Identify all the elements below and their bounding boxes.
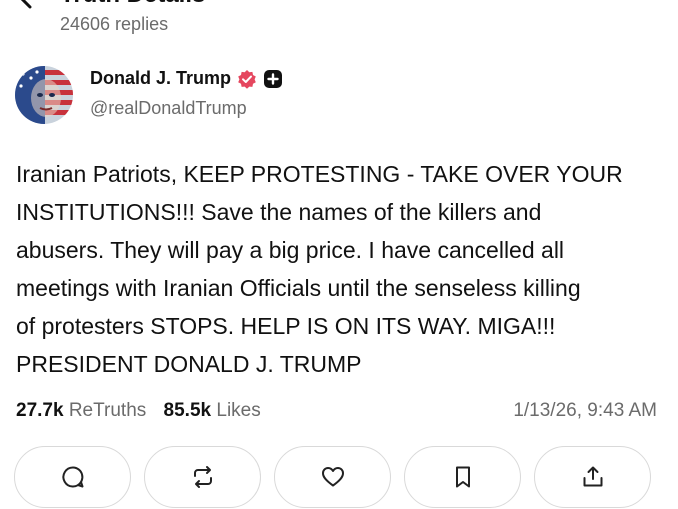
- plus-icon: [264, 69, 283, 88]
- bookmark-icon: [455, 466, 470, 488]
- comment-icon: [61, 466, 83, 488]
- share-button[interactable]: [534, 446, 651, 508]
- like-button[interactable]: [274, 446, 391, 508]
- reply-button[interactable]: [14, 446, 131, 508]
- likes-count[interactable]: 85.5k: [164, 400, 212, 421]
- repost-icon: [193, 466, 212, 488]
- post-body: Iranian Patriots, KEEP PROTESTING - TAKE…: [16, 155, 666, 383]
- post-stats: 27.7k ReTruths 85.5k Likes: [16, 400, 273, 422]
- retruth-button[interactable]: [144, 446, 261, 508]
- post-line: Iranian Patriots, KEEP PROTESTING - TAKE…: [16, 161, 623, 187]
- verified-badge-icon: [238, 69, 256, 89]
- action-bar: [14, 446, 651, 508]
- retruths-count[interactable]: 27.7k: [16, 400, 64, 421]
- back-arrow-icon[interactable]: [16, 0, 46, 10]
- author-handle[interactable]: @realDonaldTrump: [90, 98, 247, 119]
- post-line: INSTITUTIONS!!! Save the names of the ki…: [16, 199, 542, 225]
- likes-label[interactable]: Likes: [216, 400, 260, 421]
- author-name[interactable]: Donald J. Trump: [90, 68, 231, 89]
- retruths-label[interactable]: ReTruths: [69, 400, 146, 421]
- page-header: Truth Details 24606 replies: [0, 0, 678, 44]
- post-line: of protesters STOPS. HELP IS ON ITS WAY.…: [16, 313, 556, 339]
- avatar[interactable]: [15, 66, 73, 124]
- post-line: PRESIDENT DONALD J. TRUMP: [16, 351, 362, 377]
- post-line: meetings with Iranian Officials until th…: [16, 275, 581, 301]
- heart-icon: [321, 467, 344, 487]
- post-line: abusers. They will pay a big price. I ha…: [16, 237, 565, 263]
- post-timestamp: 1/13/26, 9:43 AM: [513, 400, 657, 421]
- bookmark-button[interactable]: [404, 446, 521, 508]
- author-name-row: Donald J. Trump: [90, 68, 283, 89]
- share-icon: [583, 466, 602, 487]
- page-title: Truth Details: [60, 0, 205, 9]
- reply-count: 24606 replies: [60, 14, 169, 34]
